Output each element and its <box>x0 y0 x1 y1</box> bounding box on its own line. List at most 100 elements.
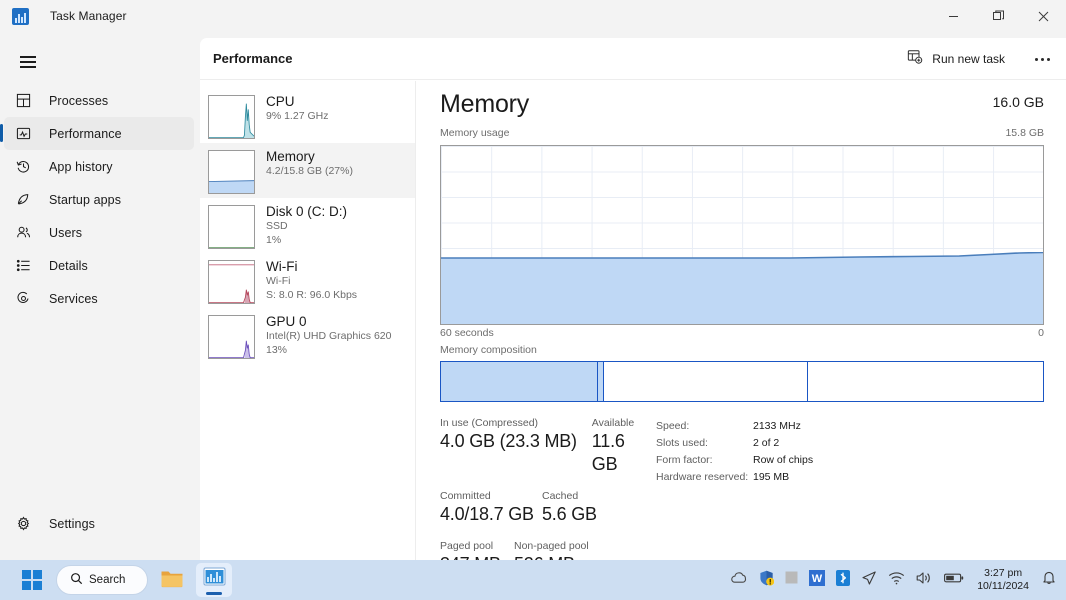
stat-label: Paged pool <box>440 540 494 552</box>
search-button[interactable]: Search <box>56 565 148 595</box>
clock-time: 3:27 pm <box>984 567 1023 579</box>
taskbar-clock[interactable]: 3:27 pm 10/11/2024 <box>977 567 1029 593</box>
resource-item-cpu[interactable]: CPU 9% 1.27 GHz <box>200 88 415 143</box>
resource-detail-secondary: S: 8.0 R: 96.0 Kbps <box>266 288 358 301</box>
sidebar-item-performance[interactable]: Performance <box>0 117 194 150</box>
sidebar-item-app-history[interactable]: App history <box>4 150 194 183</box>
spec-value: 2 of 2 <box>753 437 780 449</box>
task-manager-button[interactable] <box>196 563 232 597</box>
composition-caption: Memory composition <box>440 344 537 356</box>
sidebar-label: Details <box>49 258 88 273</box>
services-icon <box>12 288 34 310</box>
taskbar-buttons: Search <box>14 563 232 597</box>
stat-in-use: In use (Compressed) 4.0 GB (23.3 MB) <box>440 416 592 476</box>
memory-header: Memory 16.0 GB <box>416 81 1066 127</box>
page-title: Performance <box>213 51 293 66</box>
usage-area <box>441 252 1043 324</box>
usage-max-label: 15.8 GB <box>1005 127 1044 139</box>
search-label: Search <box>89 574 126 586</box>
run-new-task-icon <box>907 49 923 70</box>
spec-key: Form factor: <box>656 454 713 466</box>
users-icon <box>12 222 34 244</box>
task-manager-icon <box>203 567 226 593</box>
processes-icon <box>12 90 34 112</box>
clock-date: 10/11/2024 <box>977 580 1029 592</box>
resource-name: CPU <box>266 94 295 109</box>
gear-icon <box>12 513 34 535</box>
memory-title: Memory <box>440 90 530 118</box>
task-manager-icon <box>12 7 29 25</box>
onedrive-icon[interactable] <box>730 571 748 590</box>
memory-detail: Memory 16.0 GB Memory usage 15.8 GB 60 s… <box>416 81 1066 574</box>
w-app-icon[interactable]: W <box>809 569 826 591</box>
start-button[interactable] <box>14 563 50 597</box>
search-icon <box>70 572 83 588</box>
performance-icon <box>12 123 34 145</box>
battery-icon[interactable] <box>944 571 964 589</box>
bluetooth-icon[interactable] <box>836 569 851 591</box>
task-manager-window: Task Manager Processes Performance App h… <box>0 0 1066 600</box>
sidebar-settings-container: Settings <box>0 507 200 540</box>
close-button[interactable] <box>1021 0 1066 32</box>
system-tray: W 3:27 pm 10/11/2024 <box>730 567 1056 593</box>
taskbar: Search W 3:27 pm 10/11/2024 <box>0 560 1066 600</box>
resource-item-wifi[interactable]: Wi-Fi Wi-Fi S: 8.0 R: 96.0 Kbps <box>200 253 415 308</box>
cpu-mini-graph <box>208 95 255 139</box>
svg-text:W: W <box>812 573 823 585</box>
resource-detail-secondary: 13% <box>266 343 288 356</box>
spec-key: Hardware reserved: <box>656 471 749 483</box>
stat-label: In use (Compressed) <box>440 417 539 429</box>
sidebar-label: App history <box>49 159 113 174</box>
file-explorer-button[interactable] <box>154 563 190 597</box>
spec-slots-used: Slots used: 2 of 2 <box>656 435 813 452</box>
run-new-task-button[interactable]: Run new task <box>898 45 1014 73</box>
wifi-icon[interactable] <box>888 571 905 590</box>
stat-label: Available <box>591 417 635 429</box>
restore-button[interactable] <box>976 0 1021 32</box>
spec-key: Speed: <box>656 420 690 432</box>
resource-name: Wi-Fi <box>266 259 298 274</box>
spec-key: Slots used: <box>656 437 708 449</box>
file-explorer-icon <box>160 567 184 594</box>
resource-name: Memory <box>266 149 315 164</box>
stat-value: 5.6 GB <box>542 504 597 524</box>
sidebar-item-startup-apps[interactable]: Startup apps <box>4 183 194 216</box>
composition-segment-standby <box>603 362 809 401</box>
more-options-icon[interactable] <box>1026 45 1058 73</box>
sidebar-item-services[interactable]: Services <box>4 282 194 315</box>
memory-mini-graph <box>208 150 255 194</box>
minimize-button[interactable] <box>931 0 976 32</box>
spec-speed: Speed: 2133 MHz <box>656 418 813 435</box>
sidebar-item-users[interactable]: Users <box>4 216 194 249</box>
stat-available: Available 11.6 GB <box>592 416 655 476</box>
resource-name: GPU 0 <box>266 314 307 329</box>
bell-icon[interactable] <box>1042 570 1056 590</box>
volume-icon[interactable] <box>916 571 933 590</box>
stat-value: 4.0 GB (23.3 MB) <box>440 431 577 451</box>
resource-detail: Wi-Fi <box>266 275 291 287</box>
hamburger-icon[interactable] <box>8 44 48 80</box>
panel-header: Performance Run new task <box>200 38 1066 80</box>
resource-list: CPU 9% 1.27 GHz Memory 4.2/15.8 GB (27%) <box>200 81 416 560</box>
stat-row-2: Committed 4.0/18.7 GB Cached 5.6 GB <box>440 489 655 539</box>
memory-composition-bar <box>440 361 1044 402</box>
memory-usage-graph <box>440 145 1044 325</box>
resource-item-disk0[interactable]: Disk 0 (C: D:) SSD 1% <box>200 198 415 253</box>
send-icon[interactable] <box>861 570 877 591</box>
header-actions: Run new task <box>898 38 1058 80</box>
sidebar-label: Performance <box>49 126 122 141</box>
stat-value: 4.0/18.7 GB <box>440 504 534 524</box>
square-app-icon[interactable] <box>785 571 798 589</box>
usage-label: Memory usage <box>440 127 510 139</box>
sidebar-item-details[interactable]: Details <box>4 249 194 282</box>
spec-value: 195 MB <box>753 471 790 483</box>
stat-value: 11.6 GB <box>591 431 625 474</box>
resource-item-memory[interactable]: Memory 4.2/15.8 GB (27%) <box>200 143 415 198</box>
composition-segment-in-use <box>441 362 598 401</box>
sidebar-label: Startup apps <box>49 192 122 207</box>
defender-shield-icon[interactable] <box>759 570 775 591</box>
memory-total: 16.0 GB <box>992 94 1044 110</box>
sidebar-item-processes[interactable]: Processes <box>4 84 194 117</box>
sidebar-item-settings[interactable]: Settings <box>4 507 194 540</box>
resource-item-gpu0[interactable]: GPU 0 Intel(R) UHD Graphics 620 13% <box>200 308 415 363</box>
